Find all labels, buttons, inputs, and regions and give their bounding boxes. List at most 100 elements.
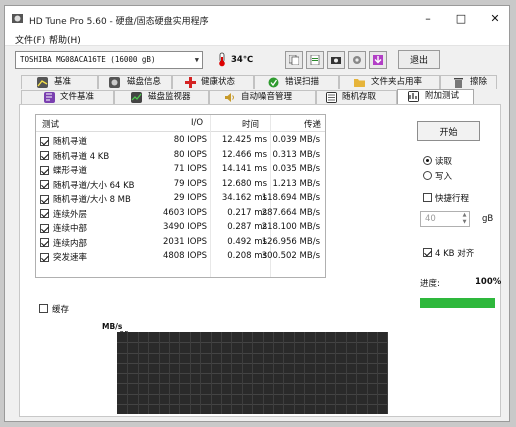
progress-bar bbox=[420, 298, 495, 308]
list-item[interactable]: 随机寻道/大小 8 MB 29 IOPS 34.162 ms 118.694 MB/s bbox=[36, 192, 325, 207]
thermometer-icon bbox=[219, 52, 225, 67]
list-item[interactable]: 随机寻道/大小 64 KB 79 IOPS 12.680 ms 1.213 MB/s bbox=[36, 178, 325, 193]
test-name: 随机寻道/大小 8 MB bbox=[53, 195, 131, 205]
test-checkbox[interactable] bbox=[40, 194, 49, 204]
test-checkbox[interactable] bbox=[40, 151, 49, 160]
transfer-graph bbox=[117, 332, 389, 414]
test-io: 2031 IOPS bbox=[162, 236, 207, 247]
test-time: 12.425 ms bbox=[221, 135, 267, 145]
tab-row-1: 基准 磁盘信息 健康状态 错误扫描 文件夹占用率 擦除 bbox=[21, 75, 497, 89]
test-rate: 218.100 MB/s bbox=[261, 222, 320, 232]
file-benchmark-icon bbox=[44, 92, 55, 103]
column-io[interactable]: I/O bbox=[191, 118, 203, 128]
screenshot-button[interactable] bbox=[327, 51, 345, 69]
tab-error-scan[interactable]: 错误扫描 bbox=[254, 75, 339, 89]
graph-gridline bbox=[137, 332, 139, 414]
short-stroke-label: 快捷行程 bbox=[435, 194, 470, 204]
list-item[interactable]: 连续内部 2031 IOPS 0.492 ms 126.956 MB/s bbox=[36, 236, 325, 251]
test-io: 79 IOPS bbox=[173, 178, 207, 189]
spin-value: 40 bbox=[425, 214, 436, 224]
read-label: 读取 bbox=[435, 157, 453, 167]
drive-select[interactable]: TOSHIBA MG08ACA16TE (16000 gB) ▼ bbox=[15, 51, 203, 69]
test-io: 4808 IOPS bbox=[162, 251, 207, 261]
spin-up-icon[interactable]: ▲ bbox=[460, 212, 469, 219]
test-time: 12.680 ms bbox=[221, 178, 267, 189]
menu-help[interactable]: 帮助(H) bbox=[49, 33, 81, 46]
list-item[interactable]: 蝶形寻道 71 IOPS 14.141 ms 0.035 MB/s bbox=[36, 163, 325, 178]
copy-text-button[interactable] bbox=[306, 51, 324, 69]
test-checkbox[interactable] bbox=[40, 165, 49, 175]
minimize-button[interactable]: – bbox=[412, 6, 444, 31]
short-stroke-checkbox[interactable] bbox=[423, 193, 432, 202]
maximize-button[interactable]: □ bbox=[445, 6, 477, 31]
list-item[interactable]: 连续中部 3490 IOPS 0.287 ms 218.100 MB/s bbox=[36, 221, 325, 236]
test-checkbox[interactable] bbox=[40, 252, 49, 262]
column-transfer[interactable]: 传递 bbox=[304, 118, 321, 130]
copy-info-button[interactable] bbox=[285, 51, 303, 69]
write-radio[interactable] bbox=[423, 171, 432, 180]
align-4kb-checkbox[interactable] bbox=[423, 248, 432, 257]
gear-icon bbox=[353, 56, 361, 64]
list-item[interactable]: 连续外层 4603 IOPS 0.217 ms 287.664 MB/s bbox=[36, 207, 325, 222]
test-time: 12.466 ms bbox=[221, 149, 267, 160]
list-item[interactable]: 随机寻道 4 KB 80 IOPS 12.466 ms 0.313 MB/s bbox=[36, 149, 325, 164]
list-header: 测试 I/O 时间 传递 bbox=[36, 115, 325, 132]
app-window: HD Tune Pro 5.60 - 硬盘/固态硬盘实用程序 – □ ✕ 文件(… bbox=[4, 5, 510, 422]
graph-gridline bbox=[335, 332, 337, 414]
list-item[interactable]: 随机寻道 80 IOPS 12.425 ms 0.039 MB/s bbox=[36, 134, 325, 149]
tab-erase[interactable]: 擦除 bbox=[440, 75, 497, 89]
error-scan-icon bbox=[268, 77, 279, 88]
random-access-icon bbox=[326, 92, 337, 103]
tab-file-benchmark[interactable]: 文件基准 bbox=[21, 90, 114, 104]
test-checkbox[interactable] bbox=[40, 223, 49, 233]
chevron-down-icon: ▼ bbox=[194, 56, 199, 64]
exit-button[interactable]: 退出 bbox=[398, 50, 440, 69]
test-time: 14.141 ms bbox=[221, 164, 267, 174]
read-radio[interactable] bbox=[423, 156, 432, 165]
test-results-list: 测试 I/O 时间 传递 随机寻道 80 IOPS 12.425 ms 0.039 M… bbox=[35, 114, 326, 278]
test-time: 34.162 ms bbox=[221, 193, 267, 203]
graph-gridline bbox=[387, 332, 389, 414]
column-test[interactable]: 测试 bbox=[42, 118, 59, 130]
close-button[interactable]: ✕ bbox=[479, 6, 509, 31]
graph-gridline bbox=[325, 332, 326, 414]
spin-down-icon[interactable]: ▼ bbox=[460, 219, 469, 226]
tab-folder-usage[interactable]: 文件夹占用率 bbox=[339, 75, 440, 89]
download-arrow-icon bbox=[373, 55, 383, 65]
test-rate: 0.313 MB/s bbox=[272, 149, 321, 160]
tab-noise-management[interactable]: 自动噪音管理 bbox=[209, 90, 316, 104]
drive-select-value: TOSHIBA MG08ACA16TE (16000 gB) bbox=[20, 55, 156, 64]
start-button[interactable]: 开始 bbox=[417, 121, 480, 141]
graph-gridline bbox=[366, 332, 368, 414]
graph-gridline bbox=[377, 332, 378, 414]
graph-gridline bbox=[241, 332, 243, 414]
copy-icon bbox=[289, 55, 299, 65]
short-stroke-size-input[interactable]: 40 ▲ ▼ bbox=[420, 211, 470, 227]
graph-gridline bbox=[231, 332, 233, 414]
test-io: 80 IOPS bbox=[173, 135, 207, 145]
graph-gridline bbox=[127, 332, 129, 414]
test-rate: 300.502 MB/s bbox=[261, 251, 320, 261]
tab-disk-monitor[interactable]: 磁盘监视器 bbox=[114, 90, 209, 104]
graph-gridline bbox=[179, 332, 181, 414]
menu-file[interactable]: 文件(F) bbox=[15, 33, 45, 46]
test-name: 随机寻道/大小 64 KB bbox=[53, 180, 135, 191]
test-checkbox[interactable] bbox=[40, 180, 49, 189]
column-time[interactable]: 时间 bbox=[242, 118, 259, 130]
graph-gridline bbox=[169, 332, 170, 414]
test-rate: 126.956 MB/s bbox=[261, 236, 320, 247]
test-checkbox[interactable] bbox=[40, 238, 49, 247]
tab-random-access[interactable]: 随机存取 bbox=[316, 90, 397, 104]
test-checkbox[interactable] bbox=[40, 209, 49, 218]
cache-checkbox[interactable] bbox=[39, 304, 48, 313]
options-button[interactable] bbox=[348, 51, 366, 69]
graph-gridline bbox=[148, 332, 150, 414]
tab-disk-info[interactable]: 磁盘信息 bbox=[98, 75, 172, 89]
tab-benchmark[interactable]: 基准 bbox=[21, 75, 98, 89]
tab-health[interactable]: 健康状态 bbox=[172, 75, 254, 89]
save-button[interactable] bbox=[369, 51, 387, 69]
test-checkbox[interactable] bbox=[40, 136, 49, 146]
tab-extra-tests[interactable]: 附加测试 bbox=[397, 89, 474, 105]
graph-gridline bbox=[262, 332, 264, 414]
list-item[interactable]: 突发速率 4808 IOPS 0.208 ms 300.502 MB/s bbox=[36, 250, 325, 265]
